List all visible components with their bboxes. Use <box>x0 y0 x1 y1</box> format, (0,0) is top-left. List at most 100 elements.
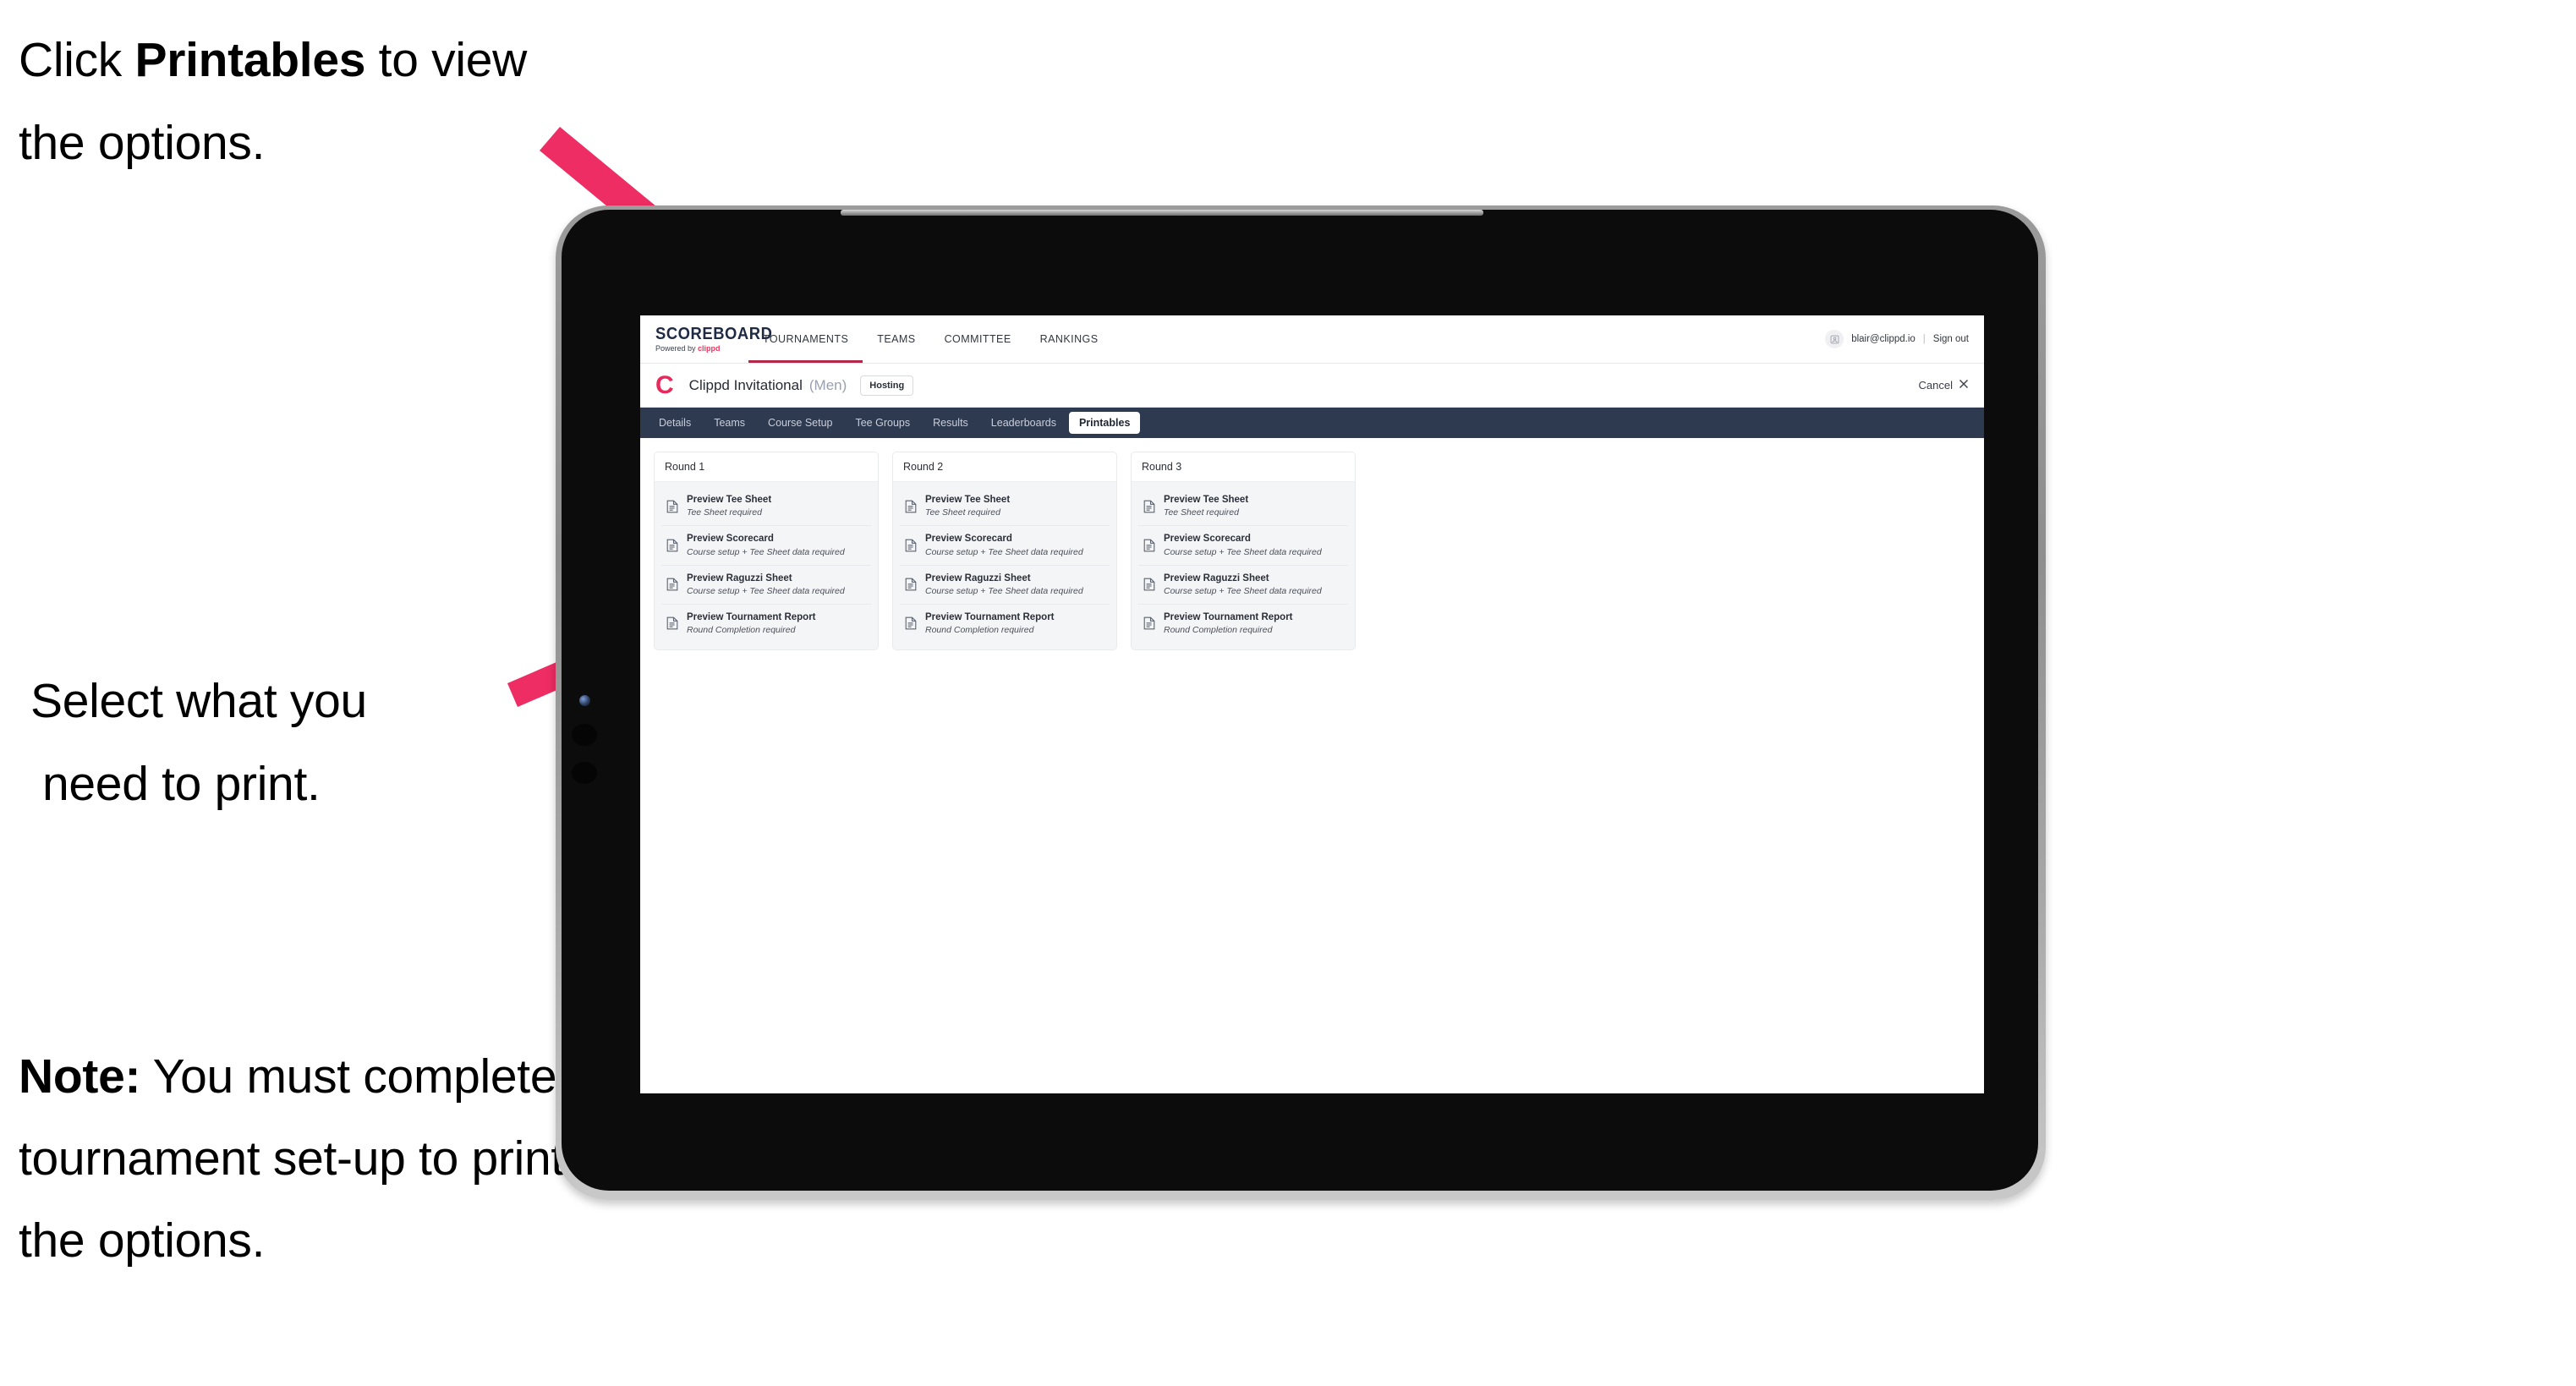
nav-item-committee[interactable]: COMMITTEE <box>930 315 1026 363</box>
tab-label-tee-groups: Tee Groups <box>855 417 911 429</box>
clippd-logo-icon: C <box>655 370 674 399</box>
tablet-bezel: SCOREBOARD Powered by clippd TOURNAMENTS… <box>562 210 2038 1191</box>
cancel-label: Cancel <box>1918 379 1953 392</box>
tab-course-setup[interactable]: Course Setup <box>758 412 842 434</box>
tournament-name: Clippd Invitational <box>688 376 803 393</box>
tab-label-results: Results <box>933 417 968 429</box>
printables-content: Round 1 Preview Tee Sheet Tee Sheet requ… <box>640 438 1984 651</box>
tab-printables[interactable]: Printables <box>1068 412 1141 434</box>
primary-navigation: TOURNAMENTS TEAMS COMMITTEE RANKINGS <box>748 315 1825 363</box>
printable-title: Preview Tournament Report <box>687 611 816 622</box>
printable-item-tournament-report[interactable]: Preview Tournament Report Round Completi… <box>661 604 871 644</box>
printable-title: Preview Tee Sheet <box>1164 495 1249 505</box>
printable-title: Preview Scorecard <box>1164 534 1251 545</box>
document-icon <box>666 500 678 513</box>
round-3-items: Preview Tee Sheet Tee Sheet required Pre… <box>1132 482 1355 650</box>
printable-item-raguzzi-sheet[interactable]: Preview Raguzzi Sheet Course setup + Tee… <box>661 565 871 605</box>
logo-wordmark: SCOREBOARD <box>655 325 773 343</box>
tab-details[interactable]: Details <box>649 412 701 434</box>
printable-requirement: Tee Sheet required <box>925 507 1000 518</box>
round-1-items: Preview Tee Sheet Tee Sheet required Pre… <box>655 482 878 650</box>
printable-item-scorecard[interactable]: Preview Scorecard Course setup + Tee She… <box>900 526 1110 566</box>
hosting-status-badge: Hosting <box>860 375 914 396</box>
tablet-device: SCOREBOARD Powered by clippd TOURNAMENTS… <box>556 205 2046 1200</box>
tab-label-leaderboards: Leaderboards <box>990 417 1056 429</box>
tab-label-course-setup: Course Setup <box>768 417 833 429</box>
volume-up-button[interactable] <box>572 724 597 746</box>
printable-requirement: Course setup + Tee Sheet data required <box>1164 585 1322 596</box>
cancel-button[interactable]: Cancel <box>1919 379 1969 392</box>
tablet-antenna-strip <box>841 210 1483 216</box>
tournament-title-bar: C Clippd Invitational (Men) Hosting Canc… <box>640 364 1984 408</box>
printable-title: Preview Tournament Report <box>1164 611 1293 622</box>
document-icon <box>1143 616 1155 630</box>
printable-item-raguzzi-sheet[interactable]: Preview Raguzzi Sheet Course setup + Tee… <box>900 565 1110 605</box>
logo-tagline-brand: clippd <box>698 344 721 353</box>
tab-label-details: Details <box>659 417 692 429</box>
printable-title: Preview Scorecard <box>925 534 1012 545</box>
logo-tagline-prefix: Powered by <box>655 344 699 353</box>
user-avatar-icon[interactable] <box>1825 330 1844 348</box>
printable-item-tee-sheet[interactable]: Preview Tee Sheet Tee Sheet required <box>900 487 1110 527</box>
printable-item-tee-sheet[interactable]: Preview Tee Sheet Tee Sheet required <box>661 487 871 527</box>
nav-label-teams: TEAMS <box>877 333 916 345</box>
round-column-2: Round 2 Preview Tee Sheet Tee Sheet requ… <box>892 452 1117 651</box>
section-tab-strip: Details Teams Course Setup Tee Groups Re… <box>640 408 1984 438</box>
printable-title: Preview Raguzzi Sheet <box>1164 572 1269 583</box>
close-x-icon <box>1959 379 1969 392</box>
printable-title: Preview Tee Sheet <box>925 495 1011 505</box>
sign-out-link[interactable]: Sign out <box>1933 334 1969 344</box>
printable-requirement: Tee Sheet required <box>1164 507 1239 518</box>
round-2-header: Round 2 <box>893 452 1116 482</box>
nav-item-teams[interactable]: TEAMS <box>863 315 929 363</box>
nav-item-rankings[interactable]: RANKINGS <box>1026 315 1113 363</box>
round-column-1: Round 1 Preview Tee Sheet Tee Sheet requ… <box>654 452 879 651</box>
tablet-screen: SCOREBOARD Powered by clippd TOURNAMENTS… <box>640 315 1984 1093</box>
tab-teams[interactable]: Teams <box>704 412 755 434</box>
printable-title: Preview Scorecard <box>687 534 774 545</box>
printable-item-tee-sheet[interactable]: Preview Tee Sheet Tee Sheet required <box>1138 487 1348 527</box>
printable-item-raguzzi-sheet[interactable]: Preview Raguzzi Sheet Course setup + Tee… <box>1138 565 1348 605</box>
nav-item-tournaments[interactable]: TOURNAMENTS <box>748 315 863 363</box>
tab-label-printables: Printables <box>1078 417 1131 429</box>
printable-title: Preview Raguzzi Sheet <box>687 572 792 583</box>
volume-down-button[interactable] <box>572 762 597 784</box>
scoreboard-logo[interactable]: SCOREBOARD Powered by clippd <box>640 315 773 363</box>
document-icon <box>905 500 917 513</box>
annotation-mid-line2: need to print. <box>42 757 321 811</box>
printable-title: Preview Raguzzi Sheet <box>925 572 1031 583</box>
document-icon <box>905 616 917 630</box>
tab-results[interactable]: Results <box>923 412 978 434</box>
printable-requirement: Course setup + Tee Sheet data required <box>925 546 1083 557</box>
nav-label-tournaments: TOURNAMENTS <box>763 333 849 345</box>
document-icon <box>1143 539 1155 552</box>
document-icon <box>1143 500 1155 513</box>
document-icon <box>1143 578 1155 591</box>
annotation-top-pre: Click <box>19 33 135 87</box>
app-header-bar: SCOREBOARD Powered by clippd TOURNAMENTS… <box>640 315 1984 364</box>
printable-requirement: Round Completion required <box>687 625 796 636</box>
tab-leaderboards[interactable]: Leaderboards <box>981 412 1066 434</box>
nav-label-rankings: RANKINGS <box>1039 333 1099 345</box>
printable-title: Preview Tee Sheet <box>687 495 772 505</box>
document-icon <box>905 578 917 591</box>
printable-item-tournament-report[interactable]: Preview Tournament Report Round Completi… <box>900 604 1110 644</box>
nav-label-committee: COMMITTEE <box>944 333 1011 345</box>
printable-requirement: Round Completion required <box>1164 625 1273 636</box>
round-3-header: Round 3 <box>1132 452 1355 482</box>
printable-item-scorecard[interactable]: Preview Scorecard Course setup + Tee She… <box>661 526 871 566</box>
printable-requirement: Course setup + Tee Sheet data required <box>687 585 845 596</box>
user-account-area: blair@clippd.io | Sign out <box>1825 315 1984 363</box>
printable-requirement: Course setup + Tee Sheet data required <box>687 546 845 557</box>
logo-tagline: Powered by clippd <box>655 345 748 353</box>
tab-tee-groups[interactable]: Tee Groups <box>845 412 920 434</box>
annotation-mid-line1: Select what you <box>30 674 367 728</box>
round-2-items: Preview Tee Sheet Tee Sheet required Pre… <box>893 482 1116 650</box>
printable-requirement: Round Completion required <box>925 625 1034 636</box>
printable-requirement: Course setup + Tee Sheet data required <box>1164 546 1322 557</box>
round-column-3: Round 3 Preview Tee Sheet Tee Sheet requ… <box>1131 452 1356 651</box>
printable-item-tournament-report[interactable]: Preview Tournament Report Round Completi… <box>1138 604 1348 644</box>
printable-item-scorecard[interactable]: Preview Scorecard Course setup + Tee She… <box>1138 526 1348 566</box>
document-icon <box>905 539 917 552</box>
printable-requirement: Course setup + Tee Sheet data required <box>925 585 1083 596</box>
